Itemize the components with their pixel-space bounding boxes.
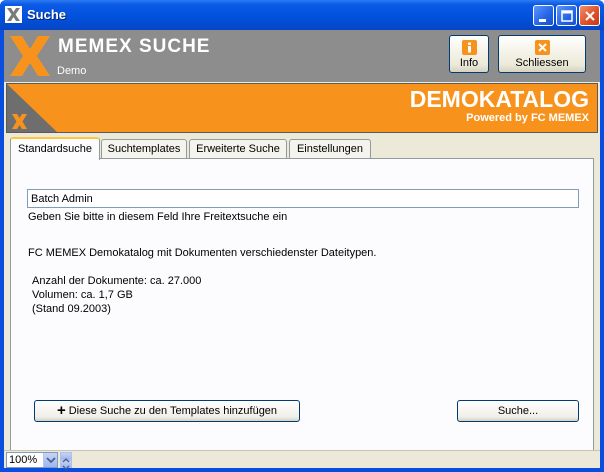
zoom-select[interactable]: 100% [6,452,58,468]
maximize-icon [561,10,573,22]
maximize-button[interactable] [556,5,577,26]
app-header: MEMEX SUCHE Demo Info Schliessen [4,30,600,82]
tab-suchtemplates[interactable]: Suchtemplates [101,139,187,159]
tab-erweiterte-suche[interactable]: Erweiterte Suche [189,139,287,159]
catalog-powered-by: Powered by FC MEMEX [466,112,589,124]
search-input[interactable] [27,189,579,208]
search-button[interactable]: Suche... [457,400,579,422]
zoom-spinner[interactable] [60,452,72,470]
info-button-label: Info [459,57,479,69]
app-x-icon [5,6,22,23]
window-title: Suche [27,7,67,22]
close-x-icon [534,40,550,55]
document-count: Anzahl der Dokumente: ca. 27.000 [32,275,202,287]
app-subtitle: Demo [57,65,87,77]
close-icon [585,11,595,21]
standardsuche-panel: Geben Sie bitte in diesem Feld Ihre Frei… [10,158,594,453]
banner-x-icon [7,84,57,132]
catalog-title: DEMOKATALOG [409,86,589,112]
catalog-description: FC MEMEX Demokatalog mit Dokumenten vers… [28,247,377,259]
catalog-banner: DEMOKATALOG Powered by FC MEMEX [6,83,598,133]
memex-x-logo-icon [10,36,50,76]
info-button[interactable]: Info [449,35,489,73]
client-area: MEMEX SUCHE Demo Info Schliessen DEMOKAT… [4,30,600,470]
title-bar[interactable]: Suche [0,0,604,30]
close-app-button-label: Schliessen [515,57,569,69]
catalog-volume: Volumen: ca. 1,7 GB [32,289,133,301]
catalog-date: (Stand 09.2003) [32,303,111,315]
app-name: MEMEX SUCHE [58,36,211,57]
spinner-up-icon[interactable] [60,452,72,463]
info-icon [461,40,477,55]
close-app-button[interactable]: Schliessen [498,35,586,73]
application-window: Suche MEMEX SUCHE Demo Info Schliessen D… [0,0,604,472]
tab-standardsuche[interactable]: Standardsuche [10,137,100,160]
tab-einstellungen[interactable]: Einstellungen [289,139,371,159]
plus-icon: + [56,402,66,419]
zoom-value: 100% [9,454,38,466]
search-hint: Geben Sie bitte in diesem Feld Ihre Frei… [28,211,288,223]
status-bar: 100% [4,450,600,470]
minimize-button[interactable] [533,5,554,26]
close-window-button[interactable] [579,5,600,26]
chevron-down-icon[interactable] [43,453,57,467]
add-to-templates-button[interactable]: + Diese Suche zu den Templates hinzufügen [34,400,300,422]
minimize-icon [539,19,546,22]
spinner-down-icon[interactable] [60,460,72,470]
add-to-templates-label: Diese Suche zu den Templates hinzufügen [68,405,278,417]
